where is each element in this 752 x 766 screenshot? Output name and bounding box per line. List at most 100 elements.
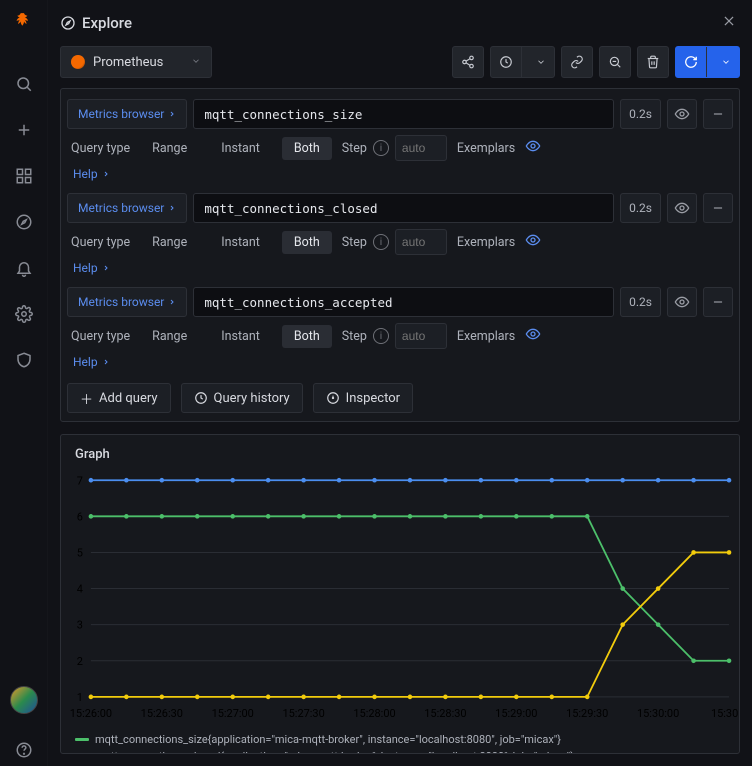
step-input[interactable] [395, 229, 447, 255]
toolbar: Prometheus [60, 46, 740, 78]
help-button[interactable]: Help [67, 163, 733, 185]
query-row: Metrics browser 0.2s Query type Range In… [67, 95, 733, 189]
prometheus-icon [71, 55, 85, 69]
toggle-visibility-button[interactable] [667, 287, 697, 317]
metrics-browser-button[interactable]: Metrics browser [67, 287, 187, 317]
help-button[interactable]: Help [67, 257, 733, 279]
legend-swatch [75, 738, 89, 741]
compass-icon[interactable] [8, 206, 40, 238]
exemplars-toggle[interactable] [525, 326, 541, 346]
both-option[interactable]: Both [282, 137, 332, 160]
svg-text:7: 7 [77, 474, 83, 487]
instant-option[interactable]: Instant [209, 325, 272, 348]
shield-icon[interactable] [8, 344, 40, 376]
step-input[interactable] [395, 135, 447, 161]
both-option[interactable]: Both [282, 325, 332, 348]
legend-item[interactable]: mqtt_connections_size{application="mica-… [75, 731, 725, 748]
plus-icon[interactable] [8, 114, 40, 146]
page-title-text: Explore [82, 14, 132, 32]
svg-text:1: 1 [77, 691, 83, 704]
range-option[interactable]: Range [140, 137, 199, 160]
query-history-button[interactable]: Query history [181, 383, 303, 413]
toolbar-right [452, 46, 740, 78]
legend: mqtt_connections_size{application="mica-… [61, 725, 739, 754]
inspector-button[interactable]: Inspector [313, 383, 413, 413]
toggle-visibility-button[interactable] [667, 193, 697, 223]
help-icon[interactable] [8, 734, 40, 766]
time-picker-button[interactable] [490, 46, 555, 78]
gear-icon[interactable] [8, 298, 40, 330]
graph-panel: Graph 123456715:26:0015:26:3015:27:0015:… [60, 434, 740, 754]
dashboards-icon[interactable] [8, 160, 40, 192]
query-row: Metrics browser 0.2s Query type Range In… [67, 189, 733, 283]
step-label: Step [342, 329, 367, 344]
svg-text:15:28:00: 15:28:00 [353, 707, 395, 720]
avatar[interactable] [10, 686, 38, 714]
clock-icon [491, 47, 522, 77]
query-input[interactable] [193, 193, 614, 223]
nav-rail [0, 0, 48, 766]
search-icon[interactable] [8, 68, 40, 100]
bell-icon[interactable] [8, 252, 40, 284]
link-button[interactable] [561, 46, 593, 78]
query-row: Metrics browser 0.2s Query type Range In… [67, 283, 733, 377]
step-input[interactable] [395, 323, 447, 349]
chevron-down-icon [713, 47, 739, 77]
query-type-label: Query type [71, 141, 130, 156]
range-option[interactable]: Range [140, 325, 199, 348]
run-query-button[interactable] [675, 46, 740, 78]
exemplars-label: Exemplars [457, 235, 515, 250]
topbar: Explore [60, 0, 740, 46]
svg-text:15:30:3: 15:30:3 [711, 707, 739, 720]
info-icon[interactable]: i [373, 234, 389, 250]
svg-text:15:26:00: 15:26:00 [70, 707, 112, 720]
add-query-button[interactable]: ＋Add query [67, 383, 171, 413]
toggle-visibility-button[interactable] [667, 99, 697, 129]
share-button[interactable] [452, 46, 484, 78]
inspector-label: Inspector [346, 391, 400, 406]
remove-query-button[interactable] [703, 287, 733, 317]
query-duration: 0.2s [620, 193, 661, 223]
svg-text:15:29:00: 15:29:00 [495, 707, 537, 720]
exemplars-label: Exemplars [457, 141, 515, 156]
metrics-browser-button[interactable]: Metrics browser [67, 99, 187, 129]
svg-text:15:28:30: 15:28:30 [424, 707, 466, 720]
info-icon[interactable]: i [373, 328, 389, 344]
remove-query-button[interactable] [703, 99, 733, 129]
grafana-logo-icon[interactable] [8, 8, 40, 40]
query-input[interactable] [193, 99, 614, 129]
svg-text:15:30:00: 15:30:00 [637, 707, 679, 720]
instant-option[interactable]: Instant [209, 137, 272, 160]
step-label: Step [342, 141, 367, 156]
remove-query-button[interactable] [703, 193, 733, 223]
legend-label: mqtt_connections_closed{application="mic… [95, 750, 574, 754]
query-duration: 0.2s [620, 99, 661, 129]
exemplars-toggle[interactable] [525, 138, 541, 158]
main-content: Explore Prometheus [48, 0, 752, 766]
trash-button[interactable] [637, 46, 669, 78]
svg-text:15:29:30: 15:29:30 [566, 707, 608, 720]
chart-area[interactable]: 123456715:26:0015:26:3015:27:0015:27:301… [61, 462, 739, 725]
svg-text:6: 6 [77, 510, 83, 523]
svg-text:15:26:30: 15:26:30 [141, 707, 183, 720]
exemplars-toggle[interactable] [525, 232, 541, 252]
help-button[interactable]: Help [67, 351, 733, 373]
datasource-picker[interactable]: Prometheus [60, 46, 212, 78]
svg-text:15:27:30: 15:27:30 [282, 707, 324, 720]
query-type-label: Query type [71, 235, 130, 250]
both-option[interactable]: Both [282, 231, 332, 254]
legend-item[interactable]: mqtt_connections_closed{application="mic… [75, 748, 725, 754]
datasource-name: Prometheus [93, 55, 163, 70]
chevron-down-icon [528, 47, 554, 77]
add-query-label: Add query [99, 391, 158, 406]
query-input[interactable] [193, 287, 614, 317]
info-icon[interactable]: i [373, 140, 389, 156]
zoom-out-button[interactable] [599, 46, 631, 78]
instant-option[interactable]: Instant [209, 231, 272, 254]
query-duration: 0.2s [620, 287, 661, 317]
metrics-browser-button[interactable]: Metrics browser [67, 193, 187, 223]
close-icon[interactable] [718, 10, 740, 36]
step-label: Step [342, 235, 367, 250]
legend-label: mqtt_connections_size{application="mica-… [95, 733, 561, 746]
range-option[interactable]: Range [140, 231, 199, 254]
